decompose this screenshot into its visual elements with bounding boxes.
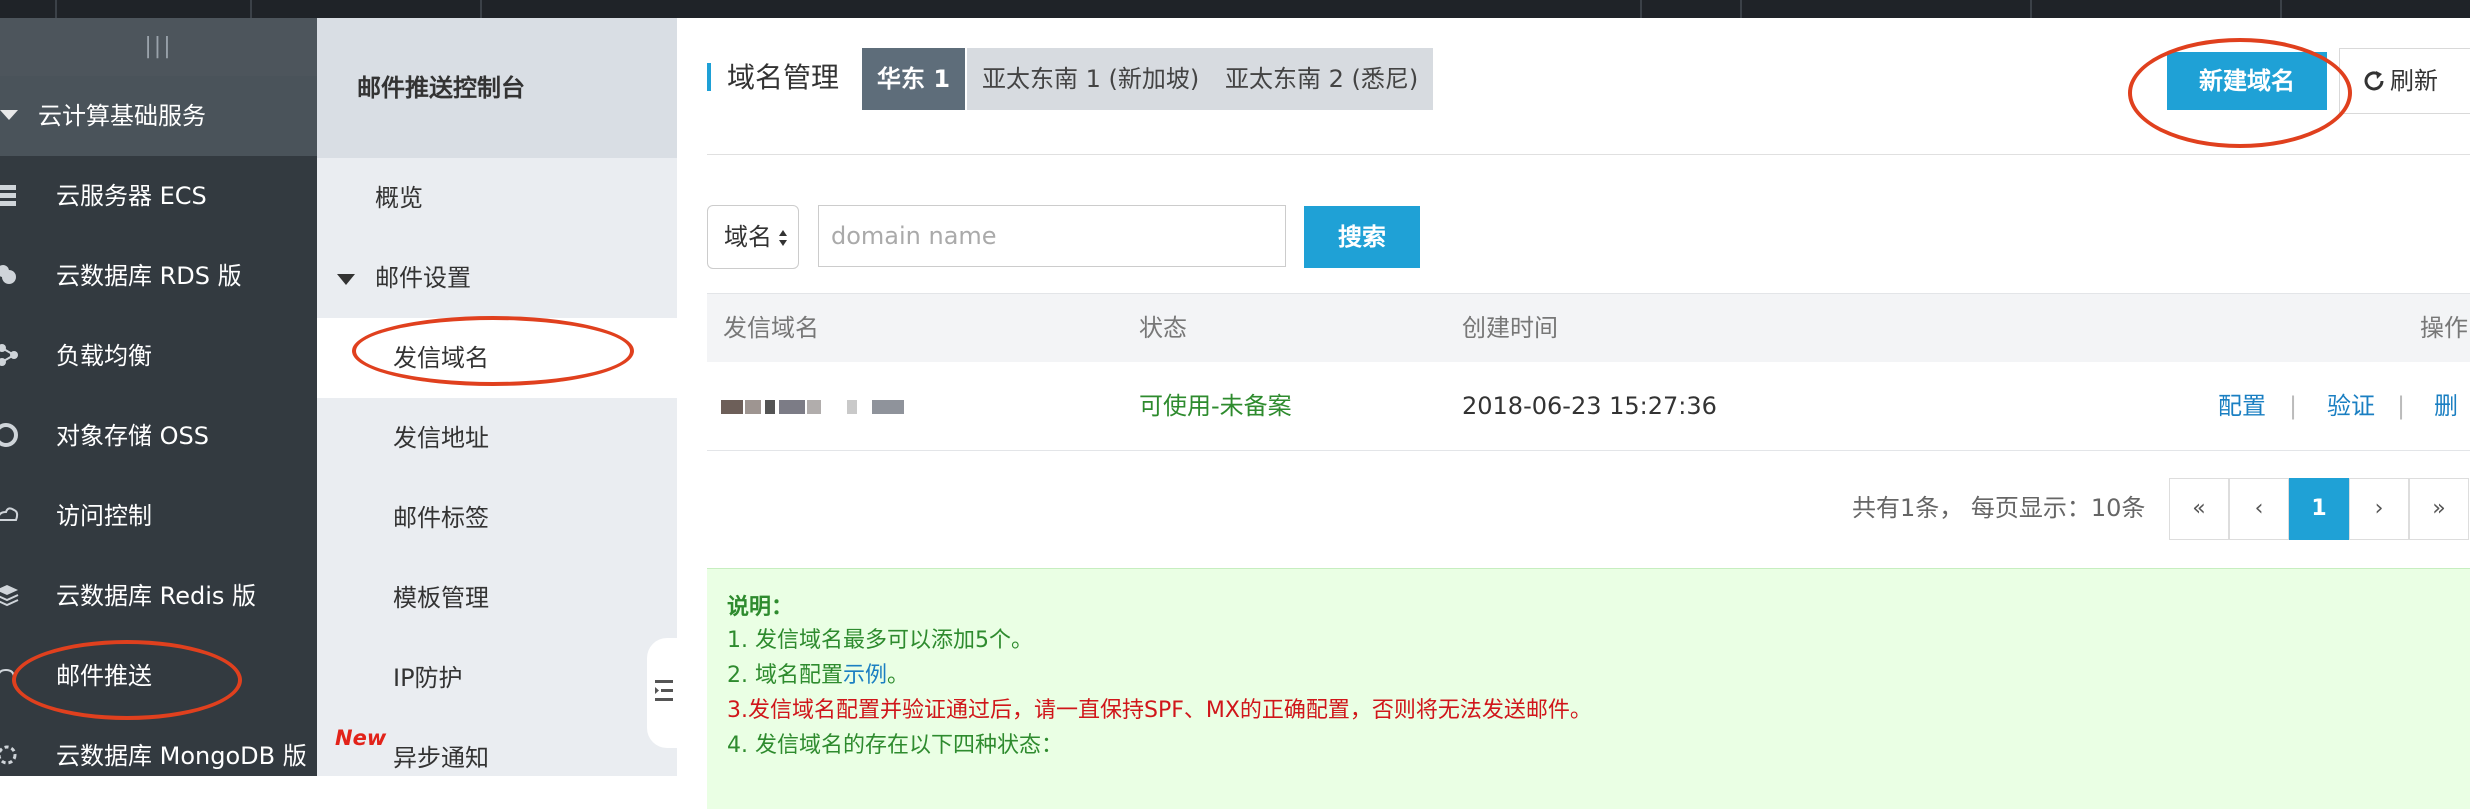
- column-header-actions: 操作: [2420, 314, 2468, 342]
- page-next-button[interactable]: ›: [2349, 478, 2409, 540]
- submenu-item-label: 发信地址: [393, 424, 489, 452]
- title-accent-bar: [707, 63, 711, 91]
- example-link[interactable]: 示例: [843, 663, 887, 688]
- annotation-circle-new-domain: [2128, 38, 2352, 148]
- submenu-collapse-toggle[interactable]: [647, 638, 677, 748]
- tab-region-east-1[interactable]: 华东 1: [862, 48, 966, 110]
- sidebar-item-rds[interactable]: 云数据库 RDS 版: [0, 236, 317, 316]
- refresh-icon: [2364, 71, 2384, 91]
- submenu-item-label: 异步通知: [393, 744, 489, 772]
- notice-line-1: 1. 发信域名最多可以添加5个。: [727, 628, 1033, 653]
- submenu-item-label: IP防护: [393, 664, 463, 692]
- submenu-item-label: 邮件标签: [393, 504, 489, 532]
- sidebar-item-label: 云服务器 ECS: [56, 182, 207, 210]
- sidebar-item-label: 对象存储 OSS: [56, 422, 209, 450]
- access-control-icon: [0, 507, 19, 521]
- submenu-item-templates[interactable]: 模板管理: [317, 558, 677, 638]
- redis-icon: [0, 585, 19, 607]
- submenu-item-overview[interactable]: 概览: [317, 158, 677, 238]
- load-balancer-icon: [0, 344, 18, 366]
- page-prev-button[interactable]: ‹: [2229, 478, 2289, 540]
- refresh-label: 刷新: [2390, 67, 2438, 95]
- header-divider: [707, 154, 2470, 155]
- submenu-group-label: 邮件设置: [375, 264, 471, 292]
- page-first-button[interactable]: «: [2169, 478, 2229, 540]
- console-title: 邮件推送控制台: [357, 74, 525, 102]
- column-header-status: 状态: [1139, 314, 1187, 342]
- created-time: 2018-06-23 15:27:36: [1462, 392, 1717, 420]
- notice-line-2-text: 2. 域名配置: [727, 663, 843, 688]
- notice-panel: 说明： 1. 发信域名最多可以添加5个。 2. 域名配置示例。 3.发信域名配置…: [707, 568, 2470, 809]
- caret-down-icon: [0, 110, 18, 120]
- refresh-button[interactable]: 刷新: [2339, 48, 2470, 114]
- page-title: 域名管理: [727, 61, 840, 94]
- sidebar-group-cloud-basics[interactable]: 云计算基础服务: [0, 76, 317, 156]
- notice-title: 说明：: [727, 595, 794, 620]
- submenu-group-mail-settings[interactable]: 邮件设置: [317, 238, 677, 318]
- console-title-block: 邮件推送控制台: [317, 18, 677, 158]
- notice-line-2: 2. 域名配置示例。: [727, 657, 909, 689]
- sidebar-item-slb[interactable]: 负载均衡: [0, 316, 317, 396]
- sidebar-item-label: 云数据库 RDS 版: [56, 262, 242, 290]
- sidebar-item-ecs[interactable]: 云服务器 ECS: [0, 156, 317, 236]
- action-separator: |: [2289, 392, 2298, 420]
- notice-line-2-end: 。: [887, 663, 910, 688]
- mongodb-icon: [0, 745, 17, 765]
- annotation-circle-sender-domain: [352, 316, 634, 386]
- tab-region-sydney[interactable]: 亚太东南 2 (悉尼): [1210, 48, 1434, 110]
- notice-line-3-warning: 3.发信域名配置并验证通过后，请一直保持SPF、MX的正确配置，否则将无法发送邮…: [727, 698, 1592, 723]
- sort-arrows-icon: [779, 230, 787, 246]
- table-row: 可使用-未备案 2018-06-23 15:27:36 配置 | 验证 | 删除: [707, 362, 2470, 508]
- sidebar-collapse-toggle[interactable]: |||: [0, 18, 317, 76]
- sidebar-item-label: 云数据库 Redis 版: [56, 582, 257, 610]
- tab-region-singapore[interactable]: 亚太东南 1 (新加坡): [967, 48, 1215, 110]
- pagination-summary: 共有1条， 每页显示：10条: [1852, 494, 2146, 522]
- search-field-select[interactable]: 域名: [707, 205, 799, 269]
- table-header: 发信域名 状态 创建时间 操作: [707, 293, 2470, 363]
- sidebar-item-label: 云数据库 MongoDB 版: [56, 742, 307, 770]
- submenu-item-mail-tags[interactable]: 邮件标签: [317, 478, 677, 558]
- sidebar-item-redis[interactable]: 云数据库 Redis 版: [0, 556, 317, 636]
- sidebar-item-label: 负载均衡: [56, 342, 152, 370]
- status-text: 可使用-未备案: [1139, 392, 1292, 420]
- submenu-item-label: 模板管理: [393, 584, 489, 612]
- top-navigation-bar: [0, 0, 2470, 18]
- page-1-button[interactable]: 1: [2289, 478, 2349, 540]
- storage-icon: [0, 423, 18, 447]
- submenu-item-sender-addresses[interactable]: 发信地址: [317, 398, 677, 478]
- database-icon: [0, 265, 16, 284]
- search-field-value: 域名: [724, 223, 772, 251]
- sidebar-item-mongodb[interactable]: 云数据库 MongoDB 版: [0, 716, 317, 776]
- page-last-button[interactable]: »: [2409, 478, 2469, 540]
- sidebar-group-label: 云计算基础服务: [38, 102, 206, 130]
- notice-line-4: 4. 发信域名的存在以下四种状态：: [727, 733, 1063, 758]
- column-header-created: 创建时间: [1462, 314, 1558, 342]
- search-button[interactable]: 搜索: [1304, 206, 1420, 268]
- caret-down-icon: [337, 274, 355, 285]
- sidebar-item-ram[interactable]: 访问控制: [0, 476, 317, 556]
- configure-link[interactable]: 配置: [2218, 362, 2266, 450]
- verify-link[interactable]: 验证: [2327, 362, 2375, 450]
- submenu-item-label: 概览: [375, 184, 423, 212]
- domain-search-input[interactable]: [818, 205, 1286, 267]
- sidebar-item-oss[interactable]: 对象存储 OSS: [0, 396, 317, 476]
- console-submenu: 邮件推送控制台 概览 邮件设置 发信域名 发信地址 邮件标签 模板管理 IP防护…: [317, 18, 677, 776]
- action-separator: |: [2397, 392, 2406, 420]
- new-badge: New: [335, 726, 387, 750]
- annotation-circle-directmail: [12, 640, 242, 720]
- submenu-item-ip-protection[interactable]: IP防护: [317, 638, 677, 718]
- column-header-domain: 发信域名: [723, 314, 819, 342]
- sidebar-item-label: 访问控制: [56, 502, 152, 530]
- server-icon: [0, 185, 16, 206]
- menu-collapse-icon: [655, 680, 673, 701]
